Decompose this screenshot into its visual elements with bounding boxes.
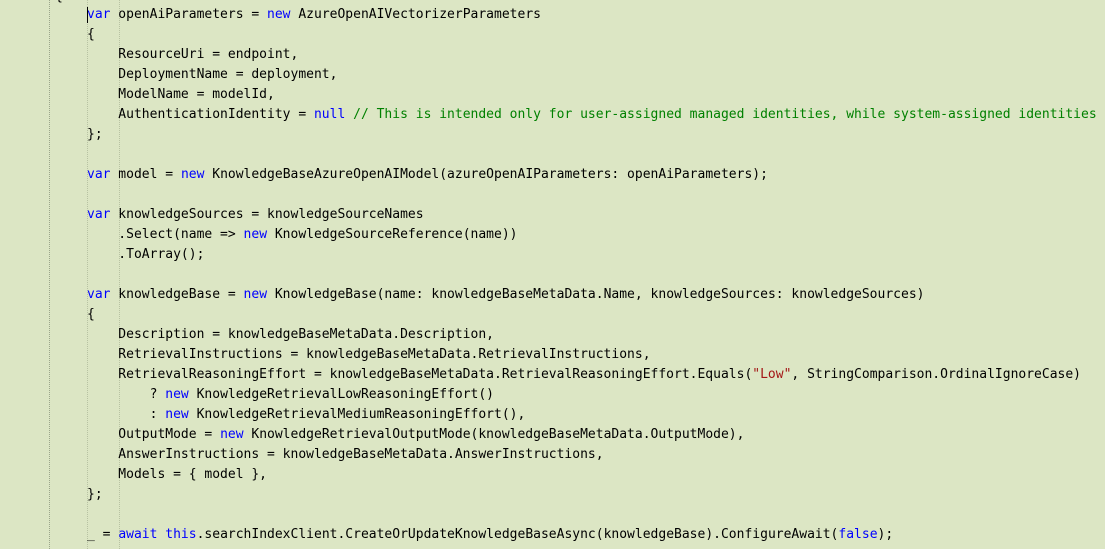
code-line[interactable]: DeploymentName = deployment,	[87, 65, 1097, 85]
code-line[interactable]: AnswerInstructions = knowledgeBaseMetaDa…	[87, 445, 1097, 465]
code-token: KnowledgeBaseAzureOpenAIModel(azureOpenA…	[204, 167, 768, 182]
code-line[interactable]: .ToArray();	[87, 245, 1097, 265]
code-line[interactable]	[87, 265, 1097, 285]
code-token: );	[877, 527, 894, 542]
keyword-token: new	[180, 167, 205, 182]
code-token: KnowledgeBase(name: knowledgeBaseMetaDat…	[267, 287, 925, 302]
code-line[interactable]: RetrievalInstructions = knowledgeBaseMet…	[87, 345, 1097, 365]
code-line[interactable]: AuthenticationIdentity = null // This is…	[87, 105, 1097, 125]
code-token: , StringComparison.OrdinalIgnoreCase)	[791, 367, 1082, 382]
code-token: Models = { model },	[87, 467, 268, 482]
margin-guide-line	[49, 0, 50, 549]
code-token: model =	[110, 167, 181, 182]
keyword-token: null	[313, 107, 346, 122]
code-lines[interactable]: var openAiParameters = new AzureOpenAIVe…	[87, 5, 1097, 545]
code-token: KnowledgeSourceReference(name))	[267, 227, 518, 242]
code-token: knowledgeBase =	[110, 287, 244, 302]
code-line[interactable]: ResourceUri = endpoint,	[87, 45, 1097, 65]
code-token: KnowledgeRetrievalOutputMode(knowledgeBa…	[243, 427, 745, 442]
code-editor[interactable]: { var openAiParameters = new AzureOpenAI…	[0, 0, 1105, 549]
code-line[interactable]: };	[87, 125, 1097, 145]
keyword-token: false	[838, 527, 878, 542]
code-line[interactable]: OutputMode = new KnowledgeRetrievalOutpu…	[87, 425, 1097, 445]
code-line[interactable]: var model = new KnowledgeBaseAzureOpenAI…	[87, 165, 1097, 185]
keyword-token: await	[118, 527, 158, 542]
code-token: .searchIndexClient.CreateOrUpdateKnowled…	[196, 527, 839, 542]
code-line[interactable]: _ = await this.searchIndexClient.CreateO…	[87, 525, 1097, 545]
keyword-token: var	[87, 287, 111, 302]
code-line[interactable]: var openAiParameters = new AzureOpenAIVe…	[87, 5, 1097, 25]
code-line[interactable]: : new KnowledgeRetrievalMediumReasoningE…	[87, 405, 1097, 425]
text-caret	[87, 7, 88, 23]
code-line[interactable]: var knowledgeBase = new KnowledgeBase(na…	[87, 285, 1097, 305]
code-token: ModelName = modelId,	[87, 87, 275, 102]
code-token: OutputMode =	[87, 427, 221, 442]
code-token: KnowledgeRetrievalLowReasoningEffort()	[188, 387, 495, 402]
code-token: ResourceUri = endpoint,	[87, 47, 299, 62]
code-token: {	[87, 27, 95, 42]
code-line[interactable]: .Select(name => new KnowledgeSourceRefer…	[87, 225, 1097, 245]
code-token: .ToArray();	[87, 247, 205, 262]
string-token: "Low"	[752, 367, 792, 382]
code-line[interactable]	[87, 185, 1097, 205]
code-token: knowledgeSources = knowledgeSourceNames	[110, 207, 424, 222]
keyword-token: new	[220, 427, 244, 442]
keyword-token: new	[165, 387, 189, 402]
code-token: };	[87, 127, 103, 142]
keyword-token: new	[243, 287, 268, 302]
code-line[interactable]: };	[87, 485, 1097, 505]
code-line[interactable]: RetrievalReasoningEffort = knowledgeBase…	[87, 365, 1097, 385]
code-token: .Select(name =>	[87, 227, 244, 242]
code-line[interactable]: var knowledgeSources = knowledgeSourceNa…	[87, 205, 1097, 225]
comment-token: // This is intended only for user-assign…	[345, 107, 1097, 122]
code-token: AzureOpenAIVectorizerParameters	[290, 7, 541, 22]
code-token: RetrievalInstructions = knowledgeBaseMet…	[87, 347, 651, 362]
code-line[interactable]: {	[87, 305, 1097, 325]
code-token: openAiParameters =	[110, 7, 268, 22]
keyword-token: new	[243, 227, 268, 242]
code-token: :	[87, 407, 166, 422]
code-token: KnowledgeRetrievalMediumReasoningEffort(…	[188, 407, 526, 422]
keyword-token: var	[87, 7, 111, 22]
code-line[interactable]: {	[87, 25, 1097, 45]
code-token: AuthenticationIdentity =	[87, 107, 314, 122]
keyword-token: var	[87, 167, 111, 182]
code-token: };	[87, 487, 103, 502]
code-line[interactable]: ? new KnowledgeRetrievalLowReasoningEffo…	[87, 385, 1097, 405]
code-token: {	[87, 307, 95, 322]
code-token: AnswerInstructions = knowledgeBaseMetaDa…	[87, 447, 604, 462]
enclosing-brace: {	[55, 0, 63, 7]
code-token: DeploymentName = deployment,	[87, 67, 338, 82]
keyword-token: new	[165, 407, 189, 422]
code-line[interactable]: Models = { model },	[87, 465, 1097, 485]
code-token: Description = knowledgeBaseMetaData.Desc…	[87, 327, 494, 342]
keyword-token: var	[87, 207, 111, 222]
code-line[interactable]: Description = knowledgeBaseMetaData.Desc…	[87, 325, 1097, 345]
code-line[interactable]	[87, 145, 1097, 165]
code-token: ?	[87, 387, 166, 402]
code-line[interactable]: ModelName = modelId,	[87, 85, 1097, 105]
editor-margin	[0, 0, 49, 549]
code-token: RetrievalReasoningEffort = knowledgeBase…	[87, 367, 753, 382]
keyword-token: this	[165, 527, 197, 542]
keyword-token: new	[267, 7, 291, 22]
code-line[interactable]	[87, 505, 1097, 525]
code-token: _ =	[87, 527, 119, 542]
